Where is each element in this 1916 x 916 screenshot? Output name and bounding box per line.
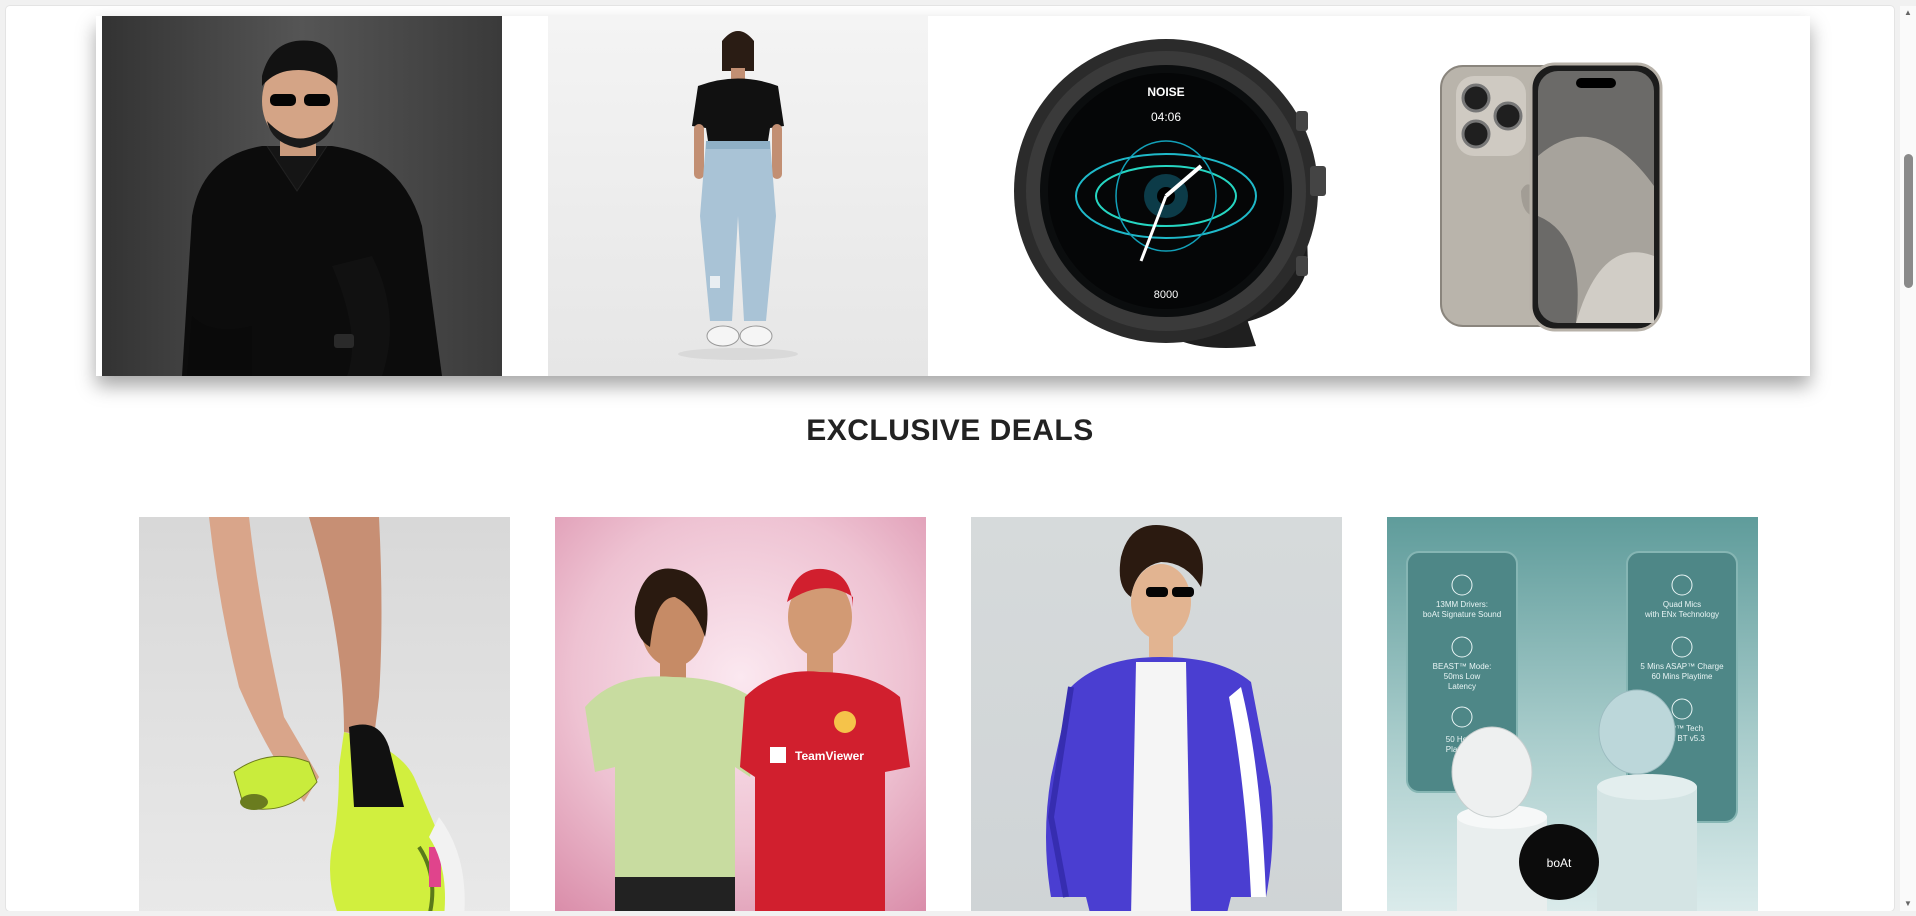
- deal-card-earbuds[interactable]: 13MM Drivers: boAt Signature Sound BEAST…: [1387, 517, 1758, 911]
- deal-card-jerseys[interactable]: TeamViewer: [555, 517, 926, 911]
- carousel-slide-smartwatch[interactable]: NOISE 04:06 8000: [996, 16, 1356, 376]
- carousel-slide-woman-jeans[interactable]: [548, 16, 928, 376]
- carousel-slide-man-black-shirt[interactable]: [102, 16, 502, 376]
- hero-carousel[interactable]: NOISE 04:06 8000: [96, 16, 1810, 376]
- scroll-down-arrow-icon[interactable]: ▼: [1903, 899, 1913, 909]
- feature-left-3: BEAST™ Mode:: [1433, 662, 1492, 671]
- man-photo: [102, 16, 502, 376]
- feature-left-1: 13MM Drivers:: [1436, 600, 1488, 609]
- watch-time-text: 04:06: [1151, 110, 1181, 124]
- feature-left-2: boAt Signature Sound: [1423, 610, 1501, 619]
- earbuds-image: 13MM Drivers: boAt Signature Sound BEAST…: [1406, 551, 1738, 911]
- earbud-brand-text: boAt: [1547, 856, 1572, 870]
- deal-card-sneakers[interactable]: [139, 517, 510, 911]
- smartphone-image: [1440, 62, 1663, 332]
- watch-steps-text: 8000: [1154, 289, 1178, 301]
- bottom-strip: [6, 911, 1894, 916]
- vertical-scrollbar[interactable]: ▲ ▼: [1900, 6, 1916, 911]
- scrollbar-thumb[interactable]: [1904, 154, 1913, 288]
- feature-right-4: 60 Mins Playtime: [1652, 672, 1713, 681]
- scroll-up-arrow-icon[interactable]: ▲: [1903, 8, 1913, 18]
- carousel-slide-smartphone[interactable]: [1426, 16, 1726, 376]
- woman-photo: [678, 31, 798, 360]
- track-jacket-image: [1046, 525, 1273, 911]
- deal-card-track-jacket[interactable]: [971, 517, 1342, 911]
- jerseys-image: TeamViewer: [585, 568, 910, 911]
- sneakers-image: [209, 517, 465, 911]
- feature-right-1: Quad Mics: [1663, 600, 1701, 609]
- feature-right-3: 5 Mins ASAP™ Charge: [1640, 662, 1724, 671]
- section-title: EXCLUSIVE DEALS: [806, 414, 1094, 447]
- page: NOISE 04:06 8000 EXCLUSIVE DEALS TeamVie…: [6, 6, 1894, 911]
- feature-left-4: 50ms Low: [1444, 672, 1481, 681]
- watch-brand-text: NOISE: [1147, 85, 1184, 99]
- feature-right-2: with ENx Technology: [1644, 610, 1719, 619]
- feature-left-5: Latency: [1448, 682, 1476, 691]
- deals-grid: TeamViewer 13MM Drivers: boAt Signature …: [6, 517, 1894, 911]
- smartwatch-image: NOISE 04:06 8000: [1014, 39, 1326, 348]
- jersey-sponsor-text: TeamViewer: [795, 749, 864, 763]
